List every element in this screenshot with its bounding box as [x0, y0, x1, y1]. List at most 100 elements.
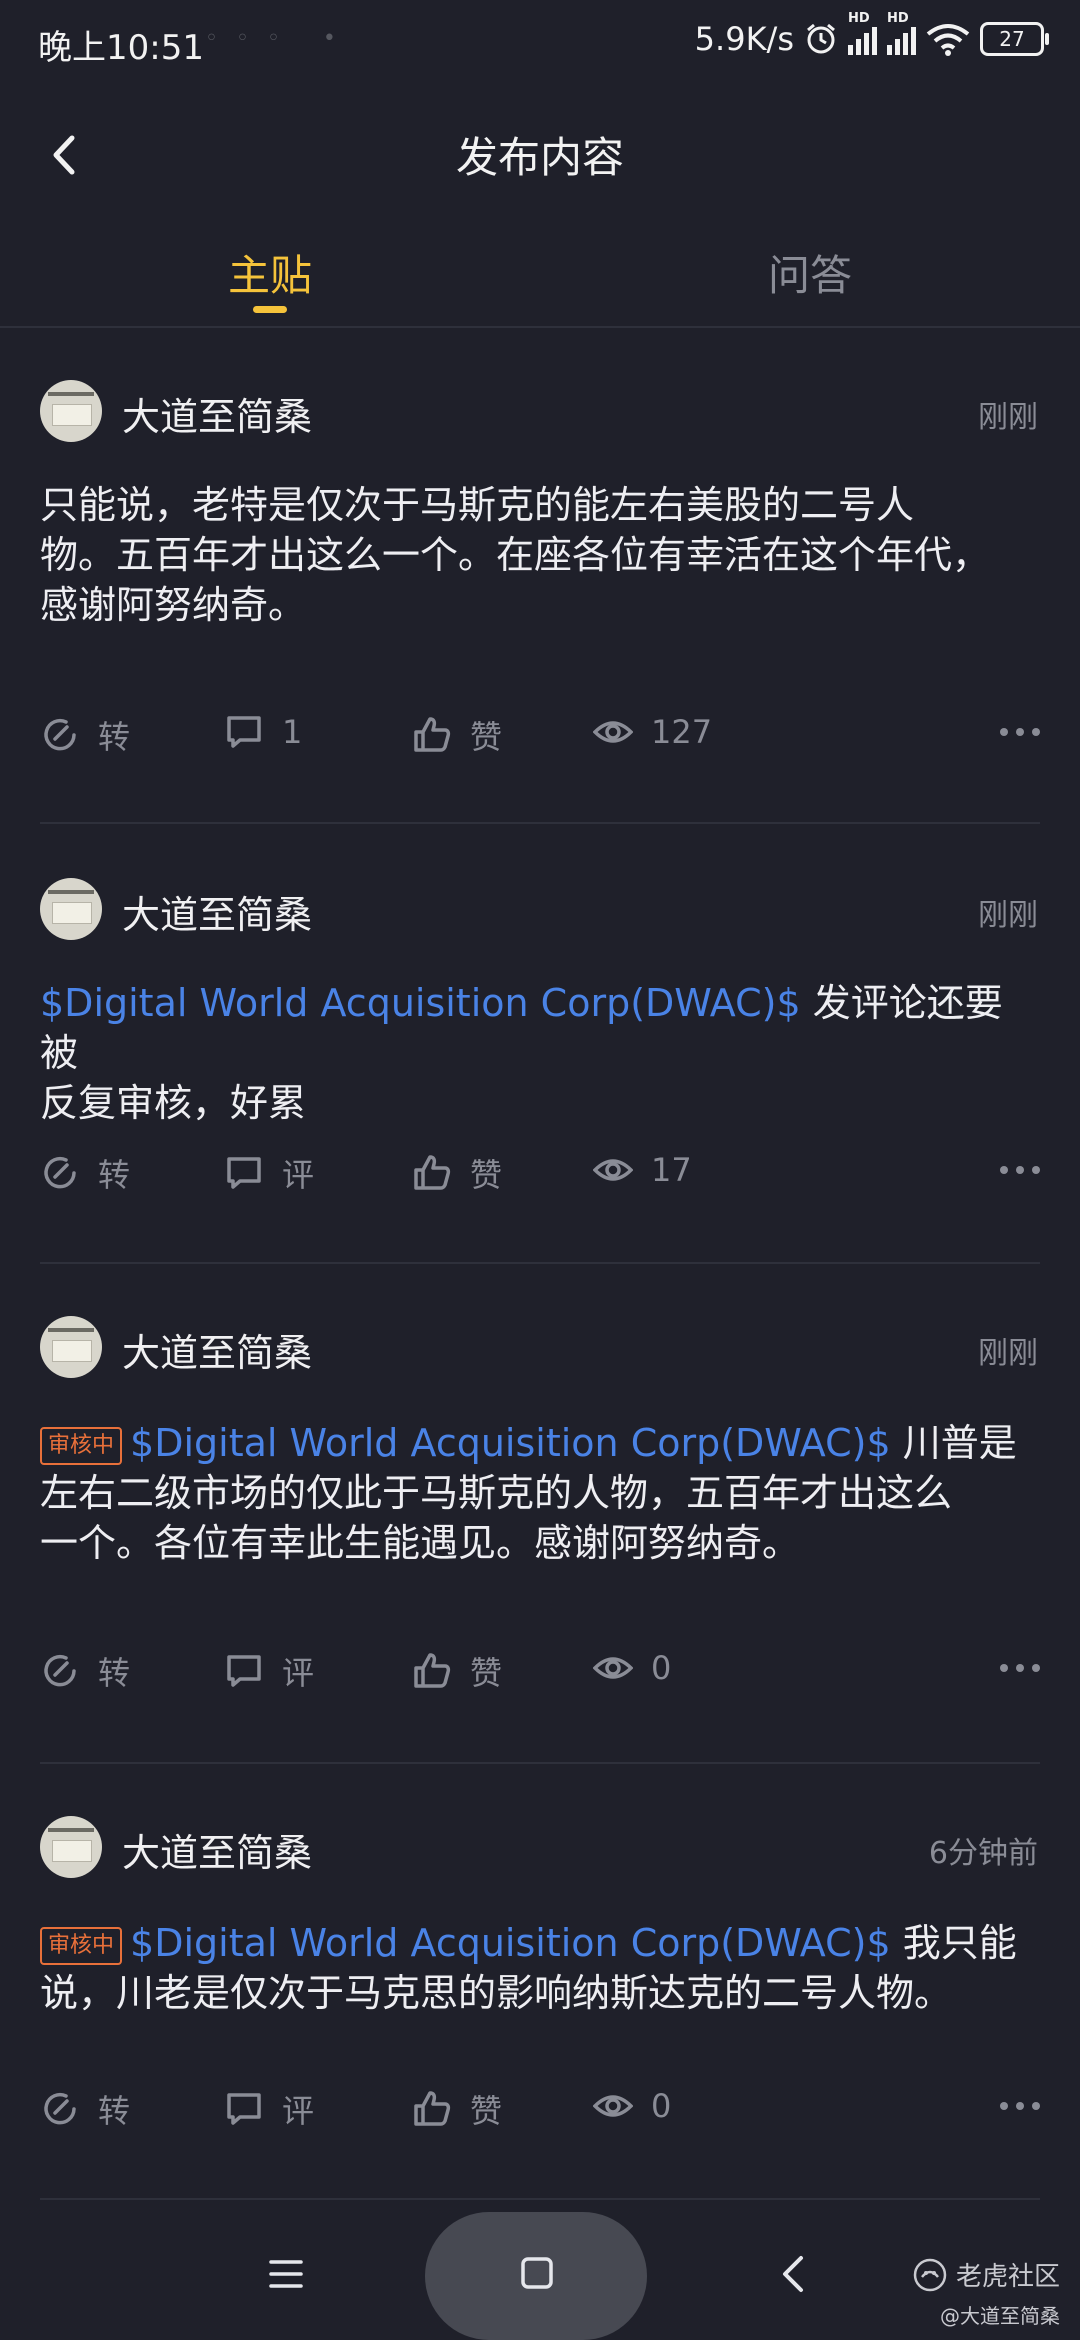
author-name[interactable]: 大道至简桑: [122, 1322, 312, 1377]
repost-button[interactable]: 转: [40, 712, 130, 758]
tab-main-posts[interactable]: 主贴: [0, 242, 540, 303]
post-body[interactable]: 审核中 $Digital World Acquisition Corp(DWAC)…: [40, 1418, 1040, 1568]
divider: [40, 1262, 1040, 1264]
comment-button[interactable]: 1: [224, 712, 302, 752]
post-actions: 转 评 赞 0: [40, 2086, 1040, 2136]
like-label: 赞: [470, 2092, 503, 2130]
post-actions: 转 评 赞 17: [40, 1150, 1040, 1200]
thumbs-up-icon: [414, 717, 451, 752]
repost-label: 转: [98, 2092, 131, 2130]
divider: [40, 822, 1040, 824]
author-name[interactable]: 大道至简桑: [122, 1822, 312, 1877]
tab-qa[interactable]: 问答: [540, 242, 1080, 303]
wifi-icon: [926, 24, 970, 56]
repost-button[interactable]: 转: [40, 2086, 130, 2132]
post-text-line: 感谢阿努纳奇。: [40, 583, 307, 627]
watermark-brand: 老虎社区: [912, 2256, 1060, 2293]
watermark-handle: @大道至简桑: [940, 2304, 1060, 2328]
post-text: 我只能: [890, 1921, 1017, 1965]
post-text-line: 物。五百年才出这么一个。在座各位有幸活在这个年代，: [40, 533, 991, 577]
eye-icon: [593, 1159, 633, 1181]
stock-link[interactable]: $Digital World Acquisition Corp(DWAC)$: [40, 981, 801, 1025]
comment-icon: [227, 1157, 261, 1189]
like-label: 赞: [470, 1156, 503, 1194]
comment-label: 评: [282, 1654, 315, 1692]
review-status-badge: 审核中: [40, 1427, 123, 1465]
thumbs-up-icon: [414, 2091, 451, 2126]
network-speed: 5.9K/s: [694, 20, 794, 58]
review-status-badge: 审核中: [40, 1927, 123, 1965]
post-text: 川普是: [890, 1421, 1017, 1465]
post-body[interactable]: 只能说，老特是仅次于马斯克的能左右美股的二号人 物。五百年才出这么一个。在座各位…: [40, 480, 1040, 630]
repost-icon: [44, 718, 76, 751]
page-title: 发布内容: [455, 133, 624, 182]
app-header: 发布内容: [0, 110, 1080, 200]
repost-label: 转: [98, 1654, 131, 1692]
signal-icon-1: HD: [848, 11, 877, 55]
like-label: 赞: [470, 1654, 503, 1692]
repost-icon: [44, 1654, 76, 1687]
views-count: 17: [651, 1151, 692, 1189]
post-time: 6分钟前: [928, 1836, 1038, 1871]
author-name[interactable]: 大道至简桑: [122, 884, 312, 939]
avatar[interactable]: [40, 1316, 102, 1378]
signal-icon-2: HD: [887, 11, 916, 55]
views-count: 0: [651, 2087, 672, 2125]
battery-level: 27: [999, 27, 1025, 51]
views-stat: 0: [593, 2086, 671, 2126]
menu-icon[interactable]: [268, 2258, 304, 2290]
notification-icons: ◦◦◦ •: [205, 26, 354, 51]
more-icon[interactable]: [1000, 712, 1040, 752]
comment-button[interactable]: 评: [224, 1648, 314, 1694]
post-text-line: 说，川老是仅次于马克思的影响纳斯达克的二号人物。: [40, 1971, 953, 2015]
avatar[interactable]: [40, 380, 102, 442]
more-icon[interactable]: [1000, 2086, 1040, 2126]
comment-button[interactable]: 评: [224, 1150, 314, 1196]
status-icons: 5.9K/s HD HD 27: [694, 11, 1049, 58]
tab-indicator: [253, 306, 287, 313]
like-button[interactable]: 赞: [412, 712, 502, 758]
views-count: 0: [651, 1649, 672, 1687]
like-label: 赞: [470, 718, 503, 756]
views-stat: 17: [593, 1150, 692, 1190]
repost-button[interactable]: 转: [40, 1150, 130, 1196]
eye-icon: [593, 2095, 633, 2117]
repost-button[interactable]: 转: [40, 1648, 130, 1694]
brand-name: 老虎社区: [955, 2262, 1060, 2292]
like-button[interactable]: 赞: [412, 1150, 502, 1196]
like-button[interactable]: 赞: [412, 2086, 502, 2132]
alarm-icon: [807, 23, 835, 54]
post-body[interactable]: 审核中 $Digital World Acquisition Corp(DWAC)…: [40, 1918, 1040, 2018]
eye-icon: [593, 721, 633, 743]
comment-icon: [227, 1655, 261, 1687]
comment-label: 评: [282, 2092, 315, 2130]
repost-label: 转: [98, 1156, 131, 1194]
avatar[interactable]: [40, 878, 102, 940]
post-text-line: 一个。各位有幸此生能遇见。感谢阿努纳奇。: [40, 1521, 801, 1565]
post-actions: 转 1 赞 127: [40, 712, 1040, 762]
comment-label: 评: [282, 1156, 315, 1194]
views-stat: 0: [593, 1648, 671, 1688]
post-time: 刚刚: [978, 400, 1038, 435]
eye-icon: [593, 1657, 633, 1679]
stock-link[interactable]: $Digital World Acquisition Corp(DWAC)$: [130, 1421, 891, 1465]
author-name[interactable]: 大道至简桑: [122, 386, 312, 441]
clock: 晚上10:51: [38, 28, 204, 68]
more-icon[interactable]: [1000, 1648, 1040, 1688]
thumbs-up-icon: [414, 1155, 451, 1190]
tiger-logo-icon: [913, 2258, 947, 2291]
back-nav-icon[interactable]: [780, 2254, 806, 2294]
repost-icon: [44, 1156, 76, 1189]
comment-icon: [227, 716, 261, 748]
comment-count: 1: [282, 713, 303, 751]
stock-link[interactable]: $Digital World Acquisition Corp(DWAC)$: [130, 1921, 891, 1965]
more-icon[interactable]: [1000, 1150, 1040, 1190]
post-body[interactable]: $Digital World Acquisition Corp(DWAC)$ 发…: [40, 978, 1040, 1128]
comment-button[interactable]: 评: [224, 2086, 314, 2132]
post-time: 刚刚: [978, 1336, 1038, 1371]
post-actions: 转 评 赞 0: [40, 1648, 1040, 1698]
like-button[interactable]: 赞: [412, 1648, 502, 1694]
post-text-line: 左右二级市场的仅此于马斯克的人物，五百年才出这么: [40, 1471, 953, 1515]
comment-icon: [227, 2093, 261, 2125]
avatar[interactable]: [40, 1816, 102, 1878]
